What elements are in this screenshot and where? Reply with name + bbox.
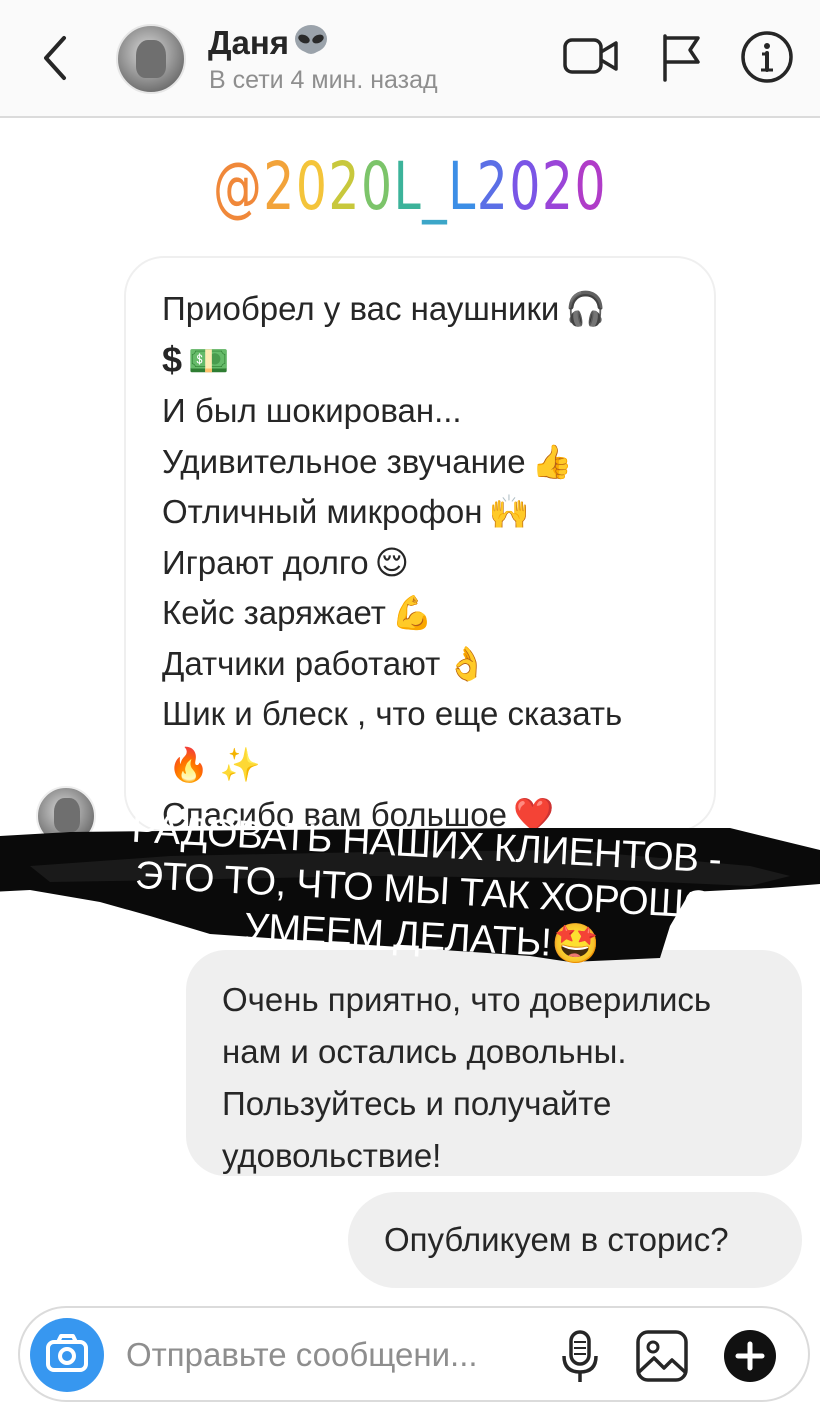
message-line-text: Отличный микрофон [162,493,483,530]
message-line: 🔥 ✨ [162,740,678,791]
video-call-icon[interactable] [562,32,620,80]
handle-char: L [393,148,423,225]
handle-char: 0 [360,148,394,225]
plus-icon[interactable] [720,1326,780,1386]
handle-char: 0 [574,148,608,225]
contact-name[interactable]: Даня [208,24,329,66]
chevron-left-icon[interactable] [34,30,78,86]
message-input[interactable]: Отправьте сообщени... [126,1336,478,1374]
message-line-text: нам и остались довольны. [222,1033,627,1070]
sent-message-bubble[interactable]: Очень приятно, что доверились нам и остал… [186,950,802,1176]
message-line: Приобрел у вас наушники 🎧 [162,284,678,335]
handle-char: 2 [328,148,361,225]
message-composer: Отправьте сообщени... [18,1306,810,1402]
message-line-text: Приобрел у вас наушники [162,290,560,327]
story-handle-text: @2020L_L2020 [107,148,714,225]
message-line-text: $ [162,338,183,380]
emoji-icon: 👌 [446,643,488,683]
online-status: В сети 4 мин. назад [209,66,438,94]
avatar[interactable] [116,24,186,94]
microphone-icon[interactable] [560,1328,600,1386]
handle-char: @ [212,148,264,225]
alien-icon [293,24,329,66]
flag-icon[interactable] [660,32,704,82]
message-line-text: Кейс заряжает [162,594,386,631]
message-line: И был шокирован... [162,386,678,437]
handle-char: 2 [476,148,510,225]
message-line: Кейс заряжает 💪 [162,588,678,639]
message-line: Шик и блеск , что еще сказать [162,689,678,740]
message-line-text: Играют долго [162,543,369,581]
chat-header: Даня В сети 4 мин. назад [0,0,820,118]
message-line: Отличный микрофон 🙌 [162,487,678,538]
handle-char: 2 [263,148,296,225]
handle-char: 0 [509,148,542,225]
message-line-text: Очень приятно, что доверились [222,981,712,1018]
emoji-icon: 👍 [531,441,573,481]
message-line: $ 💵 [162,335,678,387]
sent-question-bubble[interactable]: Опубликуем в сторис? [348,1192,802,1288]
emoji-icon: 🔥 ✨ [168,744,261,784]
message-line-text: И был шокирован... [162,392,462,429]
emoji-icon: 💪 [391,593,433,632]
message-line-text: Шик и блеск , что еще сказать [162,695,623,732]
emoji-icon: 💵 [188,340,230,380]
message-line: Датчики работают 👌 [162,639,678,690]
handle-char: 2 [541,148,575,225]
gallery-icon[interactable] [634,1328,690,1384]
emoji-icon: 🎧 [565,289,607,328]
handle-char: 0 [295,148,329,225]
handle-char: L [448,148,477,225]
info-icon[interactable] [740,30,794,84]
camera-icon [46,1334,88,1372]
message-line-text: удовольствие! [222,1137,442,1174]
received-message-bubble[interactable]: Приобрел у вас наушники 🎧 $ 💵 И был шокирова… [124,256,716,834]
message-line-text: Пользуйтесь и получайте [222,1085,612,1122]
message-line-text: Датчики работают [162,644,441,682]
message-line: Удивительное звучание 👍 [162,437,678,488]
emoji-icon: 😌 [374,542,409,582]
handle-char: _ [422,148,449,225]
camera-button[interactable] [30,1318,104,1392]
message-line-text: Удивительное звучание [162,442,526,480]
message-line: Играют долго 😌 [162,538,678,589]
emoji-icon: 🙌 [488,492,530,531]
